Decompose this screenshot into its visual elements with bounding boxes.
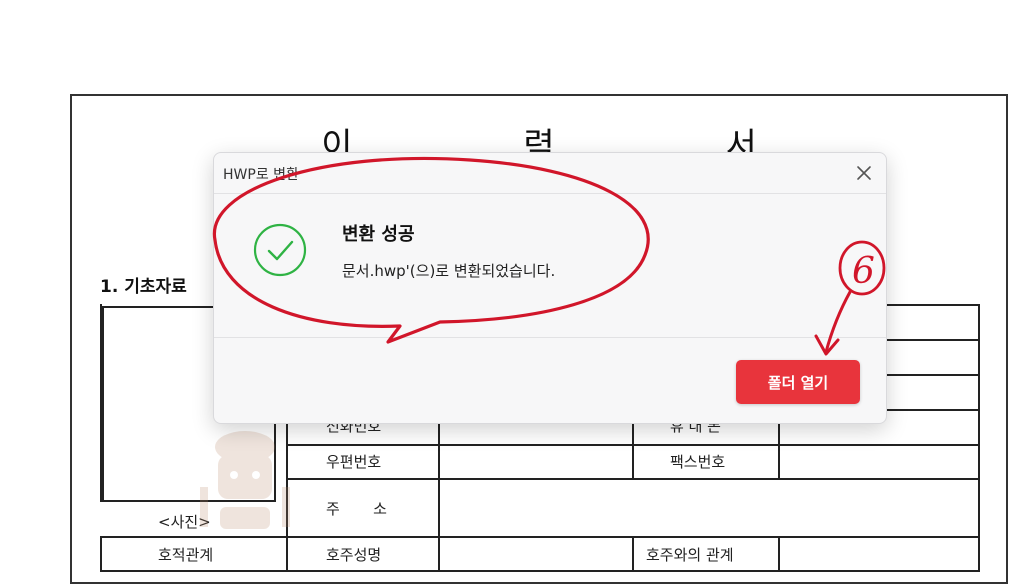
table-row-line [100,570,980,572]
dialog-close-button[interactable] [852,161,876,185]
dialog-body: 변환 성공 문서.hwp'(으)로 변환되었습니다. [214,194,886,336]
dialog-title: HWP로 변환 [223,167,299,183]
success-message: 문서.hwp'(으)로 변환되었습니다. [342,262,556,280]
cell-head-name-label: 호주성명 [326,546,382,564]
table-col-line [778,536,780,572]
hwp-convert-dialog: HWP로 변환 변환 성공 문서.hwp'(으)로 변환되었습니다. 폴더 열기 [213,152,887,424]
close-icon [857,166,871,180]
cell-relation-to-head-label: 호주와의 관계 [646,546,734,564]
table-col-line [100,304,102,502]
table-row-line [100,536,980,538]
cell-family-relation-label: 호적관계 [158,546,214,564]
cell-address-label: 주 소 [326,500,387,518]
table-col-line [632,536,634,572]
table-col-line [978,304,980,572]
check-circle-icon [253,223,307,277]
section-heading-basic-info: 1. 기초자료 [100,277,187,297]
table-col-line [100,536,102,572]
chef-watermark-logo [200,431,290,529]
cell-postal-code-label: 우편번호 [326,453,382,471]
success-heading: 변환 성공 [342,224,415,245]
open-folder-button[interactable]: 폴더 열기 [736,360,860,404]
table-col-line [438,409,440,572]
dialog-footer: 폴더 열기 [214,337,886,423]
cell-fax-label: 팩스번호 [670,453,726,471]
dialog-titlebar: HWP로 변환 [214,153,886,194]
